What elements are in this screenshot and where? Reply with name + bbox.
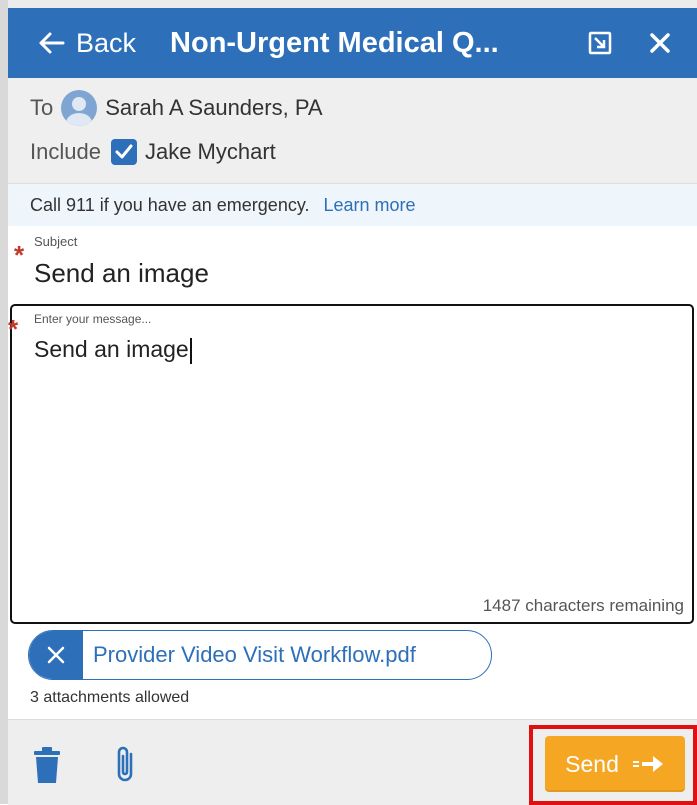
attachments-allowed: 3 attachments allowed (30, 689, 190, 706)
subject-label: Subject (34, 234, 78, 249)
send-button[interactable]: Send (545, 736, 685, 792)
notice-text: Call 911 if you have an emergency. (30, 194, 310, 215)
include-row: Include Jake Mychart (30, 139, 276, 165)
back-button[interactable]: Back (36, 28, 136, 59)
close-icon[interactable] (648, 31, 672, 55)
include-name: Jake Mychart (144, 139, 276, 164)
attachment-chip[interactable]: Provider Video Visit Workflow.pdf (28, 630, 492, 680)
paperclip-icon[interactable] (112, 744, 138, 784)
message-textarea[interactable]: * Enter your message... Send an image 14… (8, 304, 694, 624)
attachment-filename[interactable]: Provider Video Visit Workflow.pdf (93, 642, 416, 668)
trash-icon[interactable] (33, 746, 61, 784)
send-label: Send (565, 750, 619, 777)
window-frame-top (0, 0, 697, 8)
emergency-notice: Call 911 if you have an emergency. Learn… (8, 184, 697, 226)
recipient-name: Sarah A Saunders, PA (105, 95, 323, 120)
close-icon (47, 646, 65, 664)
arrow-left-icon (39, 32, 65, 54)
required-asterisk: * (8, 314, 19, 344)
to-label: To (30, 95, 54, 120)
header-bar: Back Non-Urgent Medical Q... (8, 8, 697, 78)
required-asterisk: * (14, 240, 25, 270)
subject-field[interactable]: * Subject Send an image (8, 228, 697, 298)
footer-toolbar: Send (8, 719, 697, 805)
include-label: Include (30, 139, 101, 164)
learn-more-link[interactable]: Learn more (324, 195, 416, 216)
message-text[interactable]: Send an image (34, 336, 192, 364)
to-row: To Sarah A Saunders, PA (30, 90, 323, 126)
remove-attachment-button[interactable] (29, 631, 83, 679)
checkmark-icon (115, 144, 133, 159)
window-frame-left (0, 0, 8, 804)
send-arrow-icon (632, 756, 663, 772)
popout-icon[interactable] (588, 31, 612, 55)
characters-remaining: 1487 characters remaining (482, 596, 684, 615)
avatar (61, 90, 98, 126)
recipients-panel: To Sarah A Saunders, PA Include Jake Myc… (8, 78, 697, 184)
text-caret (189, 337, 192, 364)
subject-input[interactable]: Send an image (34, 258, 209, 289)
include-checkbox[interactable] (110, 139, 137, 165)
back-label: Back (76, 27, 137, 58)
page-title: Non-Urgent Medical Q... (170, 26, 499, 59)
message-placeholder: Enter your message... (34, 312, 152, 326)
